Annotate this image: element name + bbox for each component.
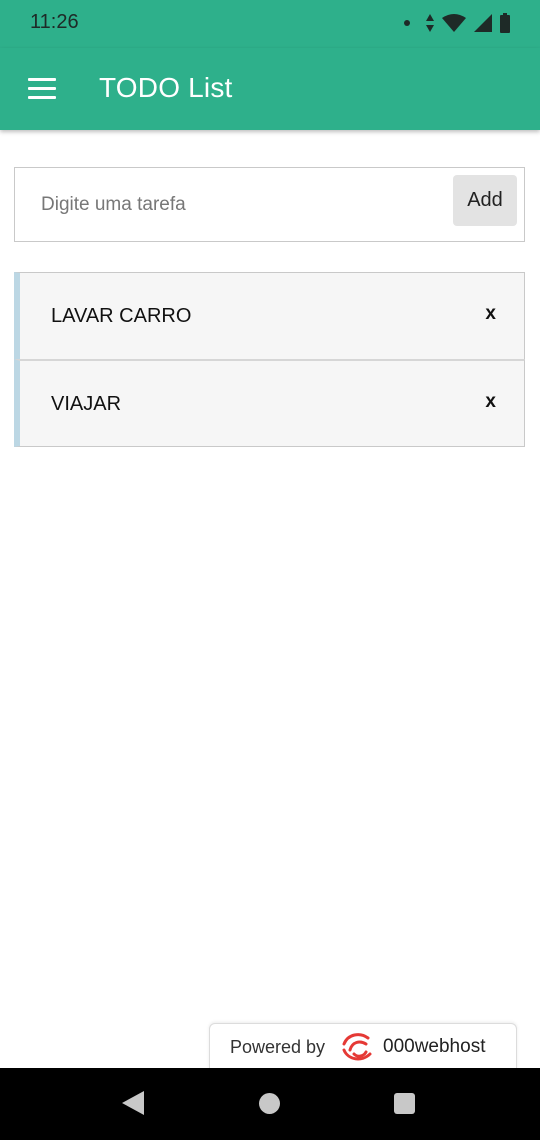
cell-signal-icon	[474, 14, 492, 32]
host-name: 000webhost	[383, 1036, 486, 1057]
task-input[interactable]	[15, 168, 445, 241]
powered-by-badge[interactable]: Powered by 000webhost	[209, 1023, 517, 1069]
battery-icon	[500, 13, 510, 33]
task-list: LAVAR CARRO x VIAJAR x	[14, 272, 525, 447]
list-item[interactable]: VIAJAR x	[14, 359, 525, 447]
home-icon[interactable]	[259, 1093, 280, 1114]
data-arrows-icon	[426, 14, 434, 32]
powered-by-label: Powered by	[230, 1037, 326, 1057]
status-bar: 11:26	[0, 0, 540, 48]
add-button[interactable]: Add	[453, 175, 517, 226]
wifi-icon	[442, 14, 466, 32]
page-title: TODO List	[99, 72, 233, 103]
task-label: VIAJAR	[51, 393, 122, 415]
task-input-row: Add	[14, 167, 525, 242]
000webhost-logo-icon	[342, 1033, 372, 1061]
list-item[interactable]: LAVAR CARRO x	[14, 272, 525, 360]
system-nav-bar	[0, 1068, 540, 1140]
status-icons	[404, 12, 510, 34]
recents-icon[interactable]	[394, 1093, 415, 1114]
delete-task-button[interactable]: x	[485, 303, 496, 325]
app-bar: TODO List	[0, 48, 540, 130]
notification-dot-icon	[404, 20, 410, 26]
hamburger-menu-icon[interactable]	[28, 78, 56, 100]
delete-task-button[interactable]: x	[485, 391, 496, 413]
back-icon[interactable]	[122, 1091, 144, 1115]
status-time: 11:26	[30, 11, 79, 33]
task-label: LAVAR CARRO	[51, 305, 192, 327]
